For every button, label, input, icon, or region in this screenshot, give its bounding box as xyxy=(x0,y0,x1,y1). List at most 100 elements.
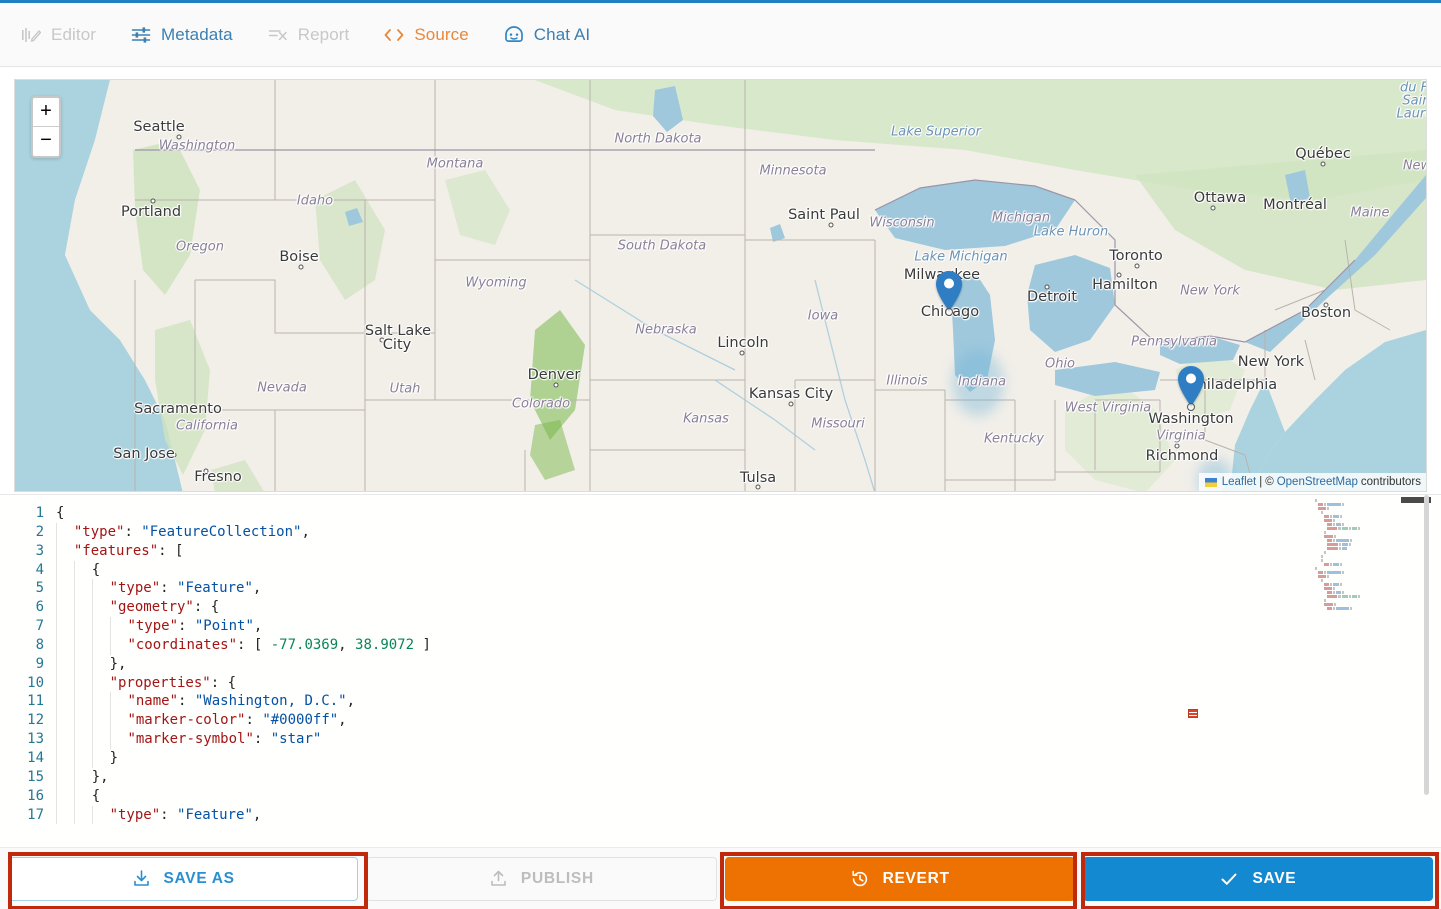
minimap-line xyxy=(1318,503,1403,506)
minimap-line xyxy=(1324,519,1403,522)
code-token: , xyxy=(253,807,261,823)
minimap-token xyxy=(1327,595,1337,598)
minimap-line xyxy=(1324,551,1403,554)
code-line[interactable]: "marker-symbol": "star" xyxy=(56,730,1441,749)
minimap-token xyxy=(1342,547,1347,550)
ukraine-flag-icon xyxy=(1205,478,1217,487)
code-minimap[interactable] xyxy=(1315,499,1403,611)
publish-button[interactable]: PUBLISH xyxy=(366,857,716,901)
code-token: "name" xyxy=(127,693,178,709)
indent-guide xyxy=(56,561,74,580)
tab-report[interactable]: Report xyxy=(265,20,352,50)
line-number: 8 xyxy=(0,636,56,655)
minimap-token xyxy=(1336,591,1341,594)
code-line[interactable]: "name": "Washington, D.C.", xyxy=(56,692,1441,711)
minimap-token xyxy=(1330,583,1332,586)
leaflet-map[interactable]: SeattlePortlandBoiseSacramentoSan JoseFr… xyxy=(14,79,1427,492)
minimap-line xyxy=(1327,543,1403,546)
minimap-token xyxy=(1349,527,1351,530)
code-token: "Feature" xyxy=(177,807,253,823)
code-line[interactable]: "type": "Feature", xyxy=(56,806,1441,825)
minimap-token xyxy=(1333,591,1335,594)
openstreetmap-link[interactable]: OpenStreetMap xyxy=(1277,475,1358,489)
check-icon xyxy=(1219,869,1239,889)
minimap-token xyxy=(1336,523,1341,526)
minimap-token xyxy=(1333,587,1335,590)
code-line[interactable]: "coordinates": [ -77.0369, 38.9072 ] xyxy=(56,636,1441,655)
indent-guide xyxy=(110,711,128,730)
code-line[interactable]: "features": [ xyxy=(56,542,1441,561)
minimap-token xyxy=(1342,595,1348,598)
minimap-token xyxy=(1338,527,1341,530)
minimap-token xyxy=(1333,523,1335,526)
line-number: 4 xyxy=(0,561,56,580)
code-line[interactable]: { xyxy=(56,504,1441,523)
minimap-token xyxy=(1324,583,1329,586)
zoom-in-button[interactable]: + xyxy=(33,98,59,127)
minimap-line xyxy=(1321,555,1403,558)
minimap-token xyxy=(1358,527,1360,530)
minimap-line xyxy=(1324,563,1403,566)
map-marker-pin[interactable] xyxy=(935,270,963,312)
minimap-token xyxy=(1333,563,1340,566)
code-token: , xyxy=(347,693,355,709)
code-line[interactable]: "type": "Point", xyxy=(56,617,1441,636)
leaflet-link[interactable]: Leaflet xyxy=(1222,475,1257,489)
code-token: -77.0369 xyxy=(271,637,338,653)
minimap-token xyxy=(1327,607,1332,610)
minimap-line xyxy=(1315,567,1403,570)
code-token: "features" xyxy=(74,543,158,559)
code-token: "FeatureCollection" xyxy=(141,524,301,540)
editor-vertical-scrollbar[interactable] xyxy=(1420,495,1433,847)
code-line[interactable]: "type": "Feature", xyxy=(56,579,1441,598)
minimap-token xyxy=(1339,547,1341,550)
code-token: : xyxy=(254,731,271,747)
minimap-token xyxy=(1334,603,1336,606)
code-line[interactable]: { xyxy=(56,561,1441,580)
code-line[interactable]: { xyxy=(56,787,1441,806)
minimap-token xyxy=(1349,595,1351,598)
code-token: "#0000ff" xyxy=(262,712,338,728)
code-line[interactable]: "type": "FeatureCollection", xyxy=(56,523,1441,542)
minimap-line xyxy=(1315,499,1403,502)
code-line[interactable]: "marker-color": "#0000ff", xyxy=(56,711,1441,730)
code-line[interactable]: }, xyxy=(56,655,1441,674)
tab-editor[interactable]: Editor xyxy=(18,20,98,50)
line-number: 10 xyxy=(0,674,56,693)
save-as-button[interactable]: SAVE AS xyxy=(8,857,358,901)
source-code-editor[interactable]: 1234567891011121314151617 { "type": "Fea… xyxy=(0,494,1441,847)
minimap-token xyxy=(1324,503,1326,506)
publish-slot: PUBLISH xyxy=(366,857,716,901)
revert-button[interactable]: REVERT xyxy=(725,857,1075,901)
minimap-token xyxy=(1350,539,1352,542)
code-token: "Feature" xyxy=(177,580,253,596)
minimap-token xyxy=(1324,587,1332,590)
indent-guide xyxy=(110,617,128,636)
minimap-token xyxy=(1327,503,1341,506)
tab-chat-ai[interactable]: Chat AI xyxy=(501,20,592,50)
indent-guide xyxy=(56,768,74,787)
map-marker-pin[interactable] xyxy=(1177,365,1205,407)
minimap-token xyxy=(1327,527,1337,530)
tab-metadata[interactable]: Metadata xyxy=(128,20,235,50)
map-zoom-controls[interactable]: + − xyxy=(31,96,61,158)
code-line[interactable]: }, xyxy=(56,768,1441,787)
chat-ai-icon xyxy=(503,24,525,46)
code-line[interactable]: "properties": { xyxy=(56,674,1441,693)
scrollbar-thumb[interactable] xyxy=(1424,495,1429,795)
code-line[interactable]: } xyxy=(56,749,1441,768)
save-button[interactable]: SAVE xyxy=(1083,857,1433,901)
minimap-line xyxy=(1318,571,1403,574)
city-dot xyxy=(756,485,761,490)
minimap-line xyxy=(1324,535,1403,538)
code-line[interactable]: "geometry": { xyxy=(56,598,1441,617)
minimap-token xyxy=(1340,563,1342,566)
save-as-label: SAVE AS xyxy=(164,870,235,888)
minimap-line xyxy=(1327,539,1403,542)
tab-source[interactable]: Source xyxy=(381,20,470,50)
indent-guide xyxy=(56,787,74,806)
code-content[interactable]: { "type": "FeatureCollection", "features… xyxy=(56,495,1441,847)
zoom-out-button[interactable]: − xyxy=(33,127,59,156)
minimap-line xyxy=(1324,583,1403,586)
fold-marker[interactable] xyxy=(1188,709,1198,718)
